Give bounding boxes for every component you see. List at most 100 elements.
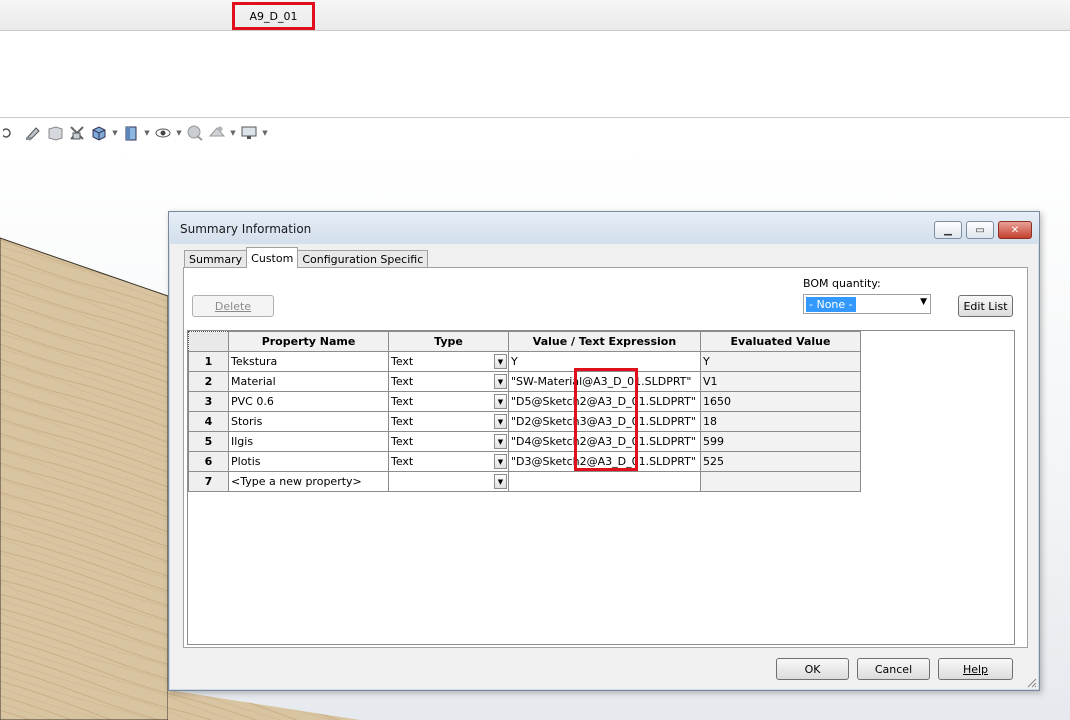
evaluated-value-cell: V1 (700, 371, 861, 392)
apply-scene-icon[interactable] (206, 122, 228, 144)
summary-information-dialog: Summary Information ▁ ▭ ✕ Summary Custom… (168, 211, 1040, 691)
table-row: 5 Ilgis Text ▼ "D4@Sketch2@A3_D_01.SLDPRT… (188, 431, 861, 452)
grid-corner-cell[interactable] (188, 331, 229, 352)
property-name-cell[interactable]: PVC 0.6 (228, 391, 389, 412)
property-name-cell[interactable]: Material (228, 371, 389, 392)
table-row: 1 Tekstura Text ▼ Y Y (188, 351, 861, 372)
column-header[interactable]: Property Name (228, 331, 389, 352)
value-expression-cell[interactable]: "D3@Sketch2@A3_D_01.SLDPRT" (508, 451, 701, 472)
evaluated-value-cell: 1650 (700, 391, 861, 412)
table-header-row: Property Name Type Value / Text Expressi… (188, 331, 861, 352)
row-number[interactable]: 1 (188, 351, 229, 372)
chevron-down-icon[interactable]: ▼ (494, 374, 507, 389)
column-header[interactable]: Value / Text Expression (508, 331, 701, 352)
evaluated-value-cell: 599 (700, 431, 861, 452)
chevron-down-icon[interactable]: ▼ (494, 414, 507, 429)
row-number[interactable]: 6 (188, 451, 229, 472)
chevron-down-icon[interactable]: ▼ (494, 474, 507, 489)
bom-quantity-select[interactable]: - None - ▼ (803, 294, 931, 314)
table-row: 6 Plotis Text ▼ "D3@Sketch2@A3_D_01.SLDPR… (188, 451, 861, 472)
edit-appearance-icon[interactable] (184, 122, 206, 144)
dialog-title: Summary Information (180, 222, 312, 236)
ok-button[interactable]: OK (776, 658, 849, 680)
value-expression-cell[interactable]: Y (508, 351, 701, 372)
chevron-down-icon[interactable]: ▼ (260, 129, 270, 137)
property-name-cell[interactable]: Plotis (228, 451, 389, 472)
dialog-tabs: Summary Custom Configuration Specific (184, 247, 429, 268)
type-cell[interactable]: Text ▼ (388, 371, 509, 392)
table-row: 2 Material Text ▼ "SW-Material@A3_D_01.SL… (188, 371, 861, 392)
evaluated-value-cell: 525 (700, 451, 861, 472)
row-number[interactable]: 3 (188, 391, 229, 412)
chevron-down-icon[interactable]: ▼ (110, 129, 120, 137)
resize-grip-icon[interactable] (1025, 676, 1037, 688)
property-name-cell[interactable]: Ilgis (228, 431, 389, 452)
maximize-button[interactable]: ▭ (966, 221, 994, 239)
type-cell[interactable]: Text ▼ (388, 411, 509, 432)
heads-up-view-toolbar: ▼ ▼ ▼ ▼ ▼ (0, 119, 330, 147)
evaluated-value-cell (700, 471, 861, 492)
document-title: A9_D_01 (232, 2, 315, 30)
tab-summary[interactable]: Summary (184, 250, 248, 268)
new-property-row: 7 <Type a new property> ▼ (188, 471, 861, 492)
tab-configuration-specific[interactable]: Configuration Specific (297, 250, 429, 268)
delete-button[interactable]: Delete (192, 295, 274, 317)
property-name-cell[interactable]: <Type a new property> (228, 471, 389, 492)
type-value: Text (391, 415, 414, 428)
value-expression-cell[interactable] (508, 471, 701, 492)
property-name-cell[interactable]: Storis (228, 411, 389, 432)
close-button[interactable]: ✕ (998, 221, 1032, 239)
chevron-down-icon[interactable]: ▼ (494, 454, 507, 469)
view-settings-icon[interactable] (238, 122, 260, 144)
minimize-icon: ▁ (944, 224, 952, 236)
zoom-area-icon[interactable] (0, 122, 22, 144)
value-expression-cell[interactable]: "SW-Material@A3_D_01.SLDPRT" (508, 371, 701, 392)
value-expression-cell[interactable]: "D5@Sketch2@A3_D_01.SLDPRT" (508, 391, 701, 412)
app-title-bar: A9_D_01 (0, 0, 1070, 31)
value-expression-cell[interactable]: "D2@Sketch3@A3_D_01.SLDPRT" (508, 411, 701, 432)
cancel-button[interactable]: Cancel (857, 658, 930, 680)
chevron-down-icon[interactable]: ▼ (174, 129, 184, 137)
properties-table: Property Name Type Value / Text Expressi… (188, 331, 861, 492)
previous-view-icon[interactable] (44, 122, 66, 144)
row-number[interactable]: 7 (188, 471, 229, 492)
type-value: Text (391, 455, 414, 468)
help-button[interactable]: Help (938, 658, 1013, 680)
minimize-button[interactable]: ▁ (934, 221, 962, 239)
dynamic-annotation-icon[interactable] (66, 122, 88, 144)
chevron-down-icon[interactable]: ▼ (142, 129, 152, 137)
chevron-down-icon[interactable]: ▼ (228, 129, 238, 137)
column-header[interactable]: Type (388, 331, 509, 352)
tab-custom[interactable]: Custom (246, 247, 299, 268)
type-cell[interactable]: ▼ (388, 471, 509, 492)
properties-grid: Property Name Type Value / Text Expressi… (187, 330, 1015, 645)
command-ribbon (0, 31, 1070, 118)
type-cell[interactable]: Text ▼ (388, 351, 509, 372)
custom-properties-panel: Delete BOM quantity: - None - ▼ Edit Lis… (183, 267, 1028, 648)
value-expression-cell[interactable]: "D4@Sketch2@A3_D_01.SLDPRT" (508, 431, 701, 452)
type-cell[interactable]: Text ▼ (388, 391, 509, 412)
type-cell[interactable]: Text ▼ (388, 431, 509, 452)
chevron-down-icon[interactable]: ▼ (494, 434, 507, 449)
maximize-icon: ▭ (975, 224, 985, 236)
view-orientation-icon[interactable] (88, 122, 110, 144)
section-view-icon[interactable] (22, 122, 44, 144)
display-style-icon[interactable] (120, 122, 142, 144)
row-number[interactable]: 2 (188, 371, 229, 392)
evaluated-value-cell: 18 (700, 411, 861, 432)
hide-show-icon[interactable] (152, 122, 174, 144)
chevron-down-icon: ▼ (920, 297, 927, 307)
bom-quantity-label: BOM quantity: (803, 277, 881, 290)
type-value: Text (391, 355, 414, 368)
dialog-title-bar[interactable]: Summary Information ▁ ▭ ✕ (169, 212, 1039, 244)
row-number[interactable]: 5 (188, 431, 229, 452)
type-value: Text (391, 375, 414, 388)
type-cell[interactable]: Text ▼ (388, 451, 509, 472)
edit-list-button[interactable]: Edit List (958, 295, 1013, 317)
property-name-cell[interactable]: Tekstura (228, 351, 389, 372)
chevron-down-icon[interactable]: ▼ (494, 354, 507, 369)
row-number[interactable]: 4 (188, 411, 229, 432)
column-header[interactable]: Evaluated Value (700, 331, 861, 352)
chevron-down-icon[interactable]: ▼ (494, 394, 507, 409)
type-value: Text (391, 435, 414, 448)
